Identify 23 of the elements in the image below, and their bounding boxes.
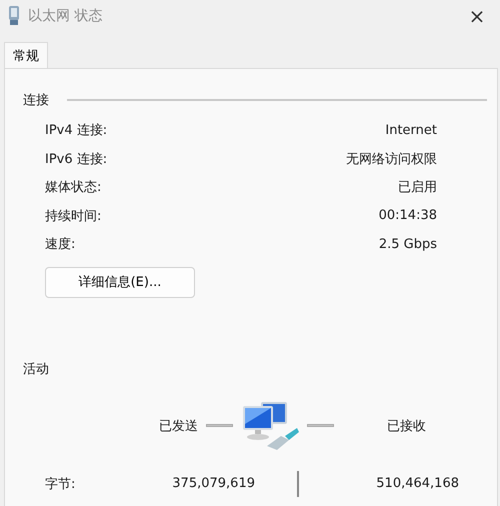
- field-value: 已启用: [398, 179, 437, 196]
- field-value: 00:14:38: [378, 208, 437, 224]
- bytes-received: 510,464,168: [375, 476, 459, 491]
- bytes-sent: 375,079,619: [171, 476, 255, 491]
- field-label: 持续时间:: [45, 208, 102, 225]
- field-label: IPv4 连接:: [45, 122, 108, 140]
- field-value: Internet: [385, 122, 437, 138]
- details-button[interactable]: 详细信息(E)...: [45, 266, 195, 298]
- section-heading: 连接: [23, 92, 49, 109]
- field-label: 速度:: [45, 236, 76, 254]
- field-label: IPv6 连接:: [45, 150, 108, 168]
- network-adapter-icon: [8, 6, 20, 26]
- window-title: 以太网 状态: [28, 7, 102, 25]
- close-button[interactable]: ×: [454, 3, 500, 29]
- bytes-label: 字节:: [45, 476, 76, 492]
- sent-label: 已发送: [158, 418, 198, 434]
- field-value: 2.5 Gbps: [378, 236, 437, 252]
- field-label: 媒体状态:: [45, 179, 102, 196]
- network-computers-icon: [241, 400, 299, 452]
- received-label: 已接收: [386, 418, 426, 434]
- section-heading: 活动: [23, 360, 49, 378]
- field-value: 无网络访问权限: [346, 150, 437, 168]
- tab[interactable]: 常规: [4, 42, 48, 68]
